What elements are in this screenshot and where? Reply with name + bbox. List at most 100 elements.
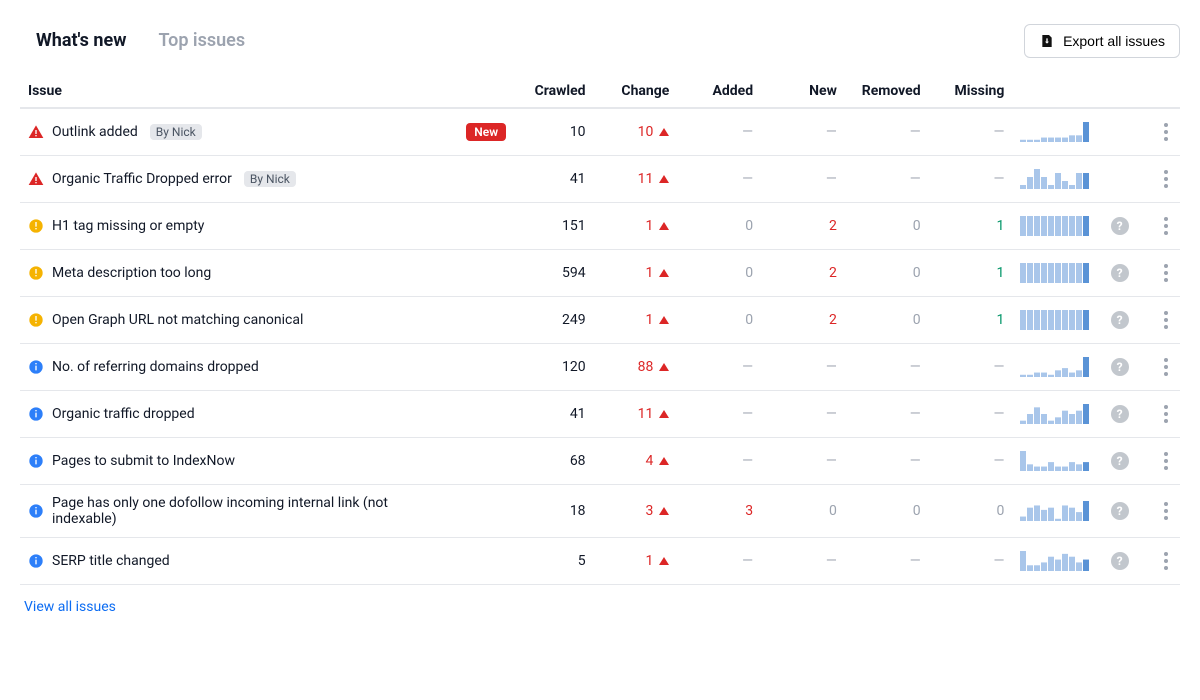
row-menu-button[interactable]: [1160, 307, 1172, 333]
help-icon[interactable]: ?: [1111, 217, 1129, 235]
help-icon[interactable]: ?: [1111, 502, 1129, 520]
up-triangle-icon: [659, 316, 669, 324]
trend-sparkline: [1020, 263, 1090, 283]
col-change[interactable]: Change: [594, 75, 678, 108]
table-row: Page has only one dofollow incoming inte…: [20, 485, 1180, 538]
info-circle-icon: [28, 503, 44, 519]
cell-crawled: 249: [510, 297, 594, 344]
issue-name[interactable]: Page has only one dofollow incoming inte…: [52, 495, 450, 527]
up-triangle-icon: [659, 557, 669, 565]
table-row: Pages to submit to IndexNow 68 4 — — — —…: [20, 438, 1180, 485]
table-row: Organic Traffic Dropped error By Nick 41…: [20, 156, 1180, 203]
cell-missing: 1: [929, 297, 1013, 344]
help-icon[interactable]: ?: [1111, 405, 1129, 423]
up-triangle-icon: [659, 363, 669, 371]
cell-change: 3: [594, 485, 678, 538]
export-all-issues-button[interactable]: Export all issues: [1024, 24, 1180, 58]
col-added[interactable]: Added: [677, 75, 761, 108]
cell-missing: —: [929, 344, 1013, 391]
cell-added: —: [677, 156, 761, 203]
up-triangle-icon: [659, 128, 669, 136]
trend-sparkline: [1020, 122, 1090, 142]
cell-crawled: 5: [510, 538, 594, 585]
issue-name[interactable]: SERP title changed: [52, 553, 170, 569]
warning-circle-icon: [28, 265, 44, 281]
issue-name[interactable]: No. of referring domains dropped: [52, 359, 259, 375]
cell-new: 0: [761, 485, 845, 538]
cell-removed: 0: [845, 250, 929, 297]
info-circle-icon: [28, 406, 44, 422]
table-row: Open Graph URL not matching canonical 24…: [20, 297, 1180, 344]
issue-name[interactable]: Organic Traffic Dropped error: [52, 171, 232, 187]
cell-crawled: 41: [510, 156, 594, 203]
row-menu-button[interactable]: [1160, 260, 1172, 286]
trend-sparkline: [1020, 357, 1090, 377]
row-menu-button[interactable]: [1160, 213, 1172, 239]
cell-new: —: [761, 108, 845, 156]
view-all-issues-link[interactable]: View all issues: [20, 585, 120, 629]
row-menu-button[interactable]: [1160, 119, 1172, 145]
author-tag: By Nick: [244, 171, 296, 187]
cell-crawled: 10: [510, 108, 594, 156]
trend-sparkline: [1020, 404, 1090, 424]
row-menu-button[interactable]: [1160, 448, 1172, 474]
row-menu-button[interactable]: [1160, 548, 1172, 574]
cell-removed: 0: [845, 297, 929, 344]
trend-sparkline: [1020, 169, 1090, 189]
cell-crawled: 41: [510, 391, 594, 438]
tab-top-issues[interactable]: Top issues: [142, 20, 261, 61]
col-crawled[interactable]: Crawled: [510, 75, 594, 108]
new-badge: New: [466, 123, 506, 141]
issue-name[interactable]: Pages to submit to IndexNow: [52, 453, 235, 469]
col-missing[interactable]: Missing: [929, 75, 1013, 108]
help-icon[interactable]: ?: [1111, 552, 1129, 570]
table-row: Outlink added By Nick New 10 10 — — — —: [20, 108, 1180, 156]
row-menu-button[interactable]: [1160, 401, 1172, 427]
error-triangle-icon: [28, 124, 44, 140]
cell-removed: —: [845, 391, 929, 438]
trend-sparkline: [1020, 310, 1090, 330]
info-circle-icon: [28, 359, 44, 375]
warning-circle-icon: [28, 312, 44, 328]
cell-missing: —: [929, 438, 1013, 485]
cell-new: —: [761, 438, 845, 485]
cell-crawled: 594: [510, 250, 594, 297]
cell-change: 1: [594, 250, 678, 297]
row-menu-button[interactable]: [1160, 498, 1172, 524]
tab-whats-new[interactable]: What's new: [20, 20, 142, 61]
cell-removed: —: [845, 108, 929, 156]
download-icon: [1039, 33, 1055, 49]
cell-new: —: [761, 538, 845, 585]
info-circle-icon: [28, 553, 44, 569]
col-new[interactable]: New: [761, 75, 845, 108]
row-menu-button[interactable]: [1160, 166, 1172, 192]
col-removed[interactable]: Removed: [845, 75, 929, 108]
warning-circle-icon: [28, 218, 44, 234]
help-icon[interactable]: ?: [1111, 264, 1129, 282]
cell-added: —: [677, 438, 761, 485]
issues-table: Issue Crawled Change Added New Removed M…: [20, 75, 1180, 585]
cell-missing: 1: [929, 250, 1013, 297]
issue-name[interactable]: H1 tag missing or empty: [52, 218, 204, 234]
trend-sparkline: [1020, 501, 1090, 521]
issue-name[interactable]: Meta description too long: [52, 265, 211, 281]
help-icon[interactable]: ?: [1111, 452, 1129, 470]
cell-crawled: 120: [510, 344, 594, 391]
error-triangle-icon: [28, 171, 44, 187]
cell-removed: —: [845, 538, 929, 585]
trend-sparkline: [1020, 216, 1090, 236]
help-icon[interactable]: ?: [1111, 358, 1129, 376]
cell-crawled: 18: [510, 485, 594, 538]
issue-name[interactable]: Organic traffic dropped: [52, 406, 195, 422]
row-menu-button[interactable]: [1160, 354, 1172, 380]
cell-added: 0: [677, 297, 761, 344]
issue-name[interactable]: Open Graph URL not matching canonical: [52, 312, 303, 328]
trend-sparkline: [1020, 451, 1090, 471]
issue-name[interactable]: Outlink added: [52, 124, 138, 140]
help-icon[interactable]: ?: [1111, 311, 1129, 329]
cell-removed: —: [845, 344, 929, 391]
col-issue[interactable]: Issue: [20, 75, 510, 108]
cell-change: 1: [594, 297, 678, 344]
cell-missing: —: [929, 108, 1013, 156]
up-triangle-icon: [659, 457, 669, 465]
